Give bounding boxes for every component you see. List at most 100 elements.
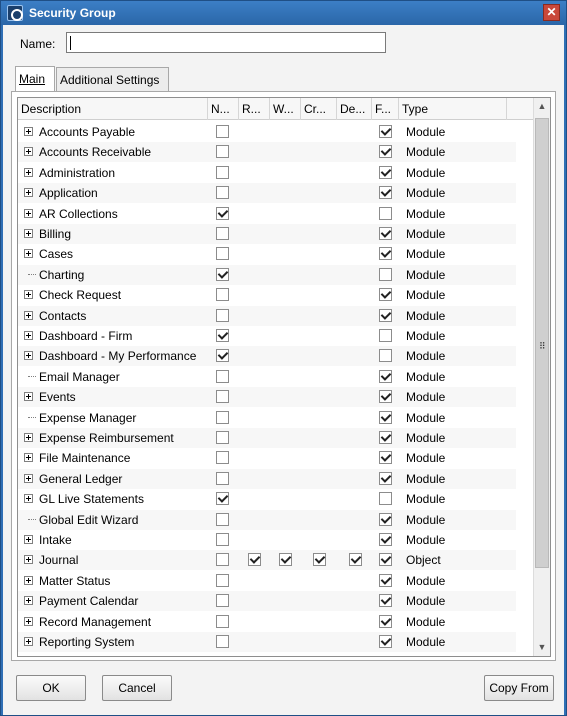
checkbox-n[interactable] [216,227,229,240]
tab-main[interactable]: Main [15,66,55,92]
table-row[interactable]: Reporting System Module [18,632,516,652]
checkbox-f[interactable] [379,145,392,159]
table-row[interactable]: Charting Module [18,264,516,285]
plus-box-icon[interactable] [24,596,33,606]
checkbox-r[interactable] [248,553,261,567]
checkbox-n[interactable] [216,573,229,587]
checkbox-f[interactable] [379,410,392,424]
checkbox-n[interactable] [216,349,229,363]
table-row[interactable]: Dashboard - Firm Module [18,326,516,346]
table-row[interactable]: Matter Status Module [18,571,516,591]
table-row[interactable]: Email Manager Module [18,367,516,387]
checkbox-f[interactable] [379,594,392,608]
table-row[interactable]: File Maintenance Module [18,448,516,468]
checkbox-n[interactable] [216,206,229,220]
plus-box-icon[interactable] [24,127,33,136]
table-row[interactable]: Journal Object [18,550,516,571]
table-row[interactable]: Contacts Module [18,305,516,326]
checkbox-n[interactable] [216,492,229,506]
plus-box-icon[interactable] [24,616,33,626]
table-row[interactable]: Expense Reimbursement Module [18,428,516,448]
plus-box-icon[interactable] [24,147,33,157]
checkbox-f[interactable] [379,186,392,200]
plus-box-icon[interactable] [24,229,33,238]
checkbox-f[interactable] [379,451,392,465]
checkbox-n[interactable] [216,451,229,465]
checkbox-f[interactable] [379,125,392,138]
scroll-up-icon[interactable]: ▲ [534,98,550,115]
checkbox-f[interactable] [379,288,392,302]
checkbox-f[interactable] [379,329,392,342]
column-header-cr[interactable]: Cr... [301,98,337,120]
copy-from-button[interactable]: Copy From [484,675,554,701]
cancel-button[interactable]: Cancel [102,675,172,701]
table-row[interactable]: Billing Module [18,224,516,244]
name-field[interactable] [66,32,386,53]
checkbox-n[interactable] [216,369,229,383]
plus-box-icon[interactable] [24,208,33,218]
checkbox-n[interactable] [216,553,229,567]
table-row[interactable]: Cases Module [18,244,516,264]
checkbox-f[interactable] [379,614,392,628]
checkbox-n[interactable] [216,329,229,342]
plus-box-icon[interactable] [24,249,33,259]
checkbox-n[interactable] [216,471,229,485]
checkbox-f[interactable] [379,533,392,546]
vertical-scrollbar[interactable]: ▲ ⠿ ▼ [533,98,550,656]
plus-box-icon[interactable] [24,535,33,544]
plus-box-icon[interactable] [24,494,33,504]
column-header-w[interactable]: W... [270,98,301,120]
column-header-f[interactable]: F... [372,98,399,120]
checkbox-n[interactable] [216,288,229,302]
plus-box-icon[interactable] [24,188,33,198]
checkbox-n[interactable] [216,635,229,648]
checkbox-f[interactable] [379,308,392,322]
checkbox-w[interactable] [279,553,292,567]
plus-box-icon[interactable] [24,453,33,463]
table-row[interactable]: Record Management Module [18,612,516,632]
scroll-down-icon[interactable]: ▼ [534,639,550,656]
checkbox-n[interactable] [216,165,229,179]
plus-box-icon[interactable] [24,555,33,565]
checkbox-n[interactable] [216,267,229,281]
table-row[interactable]: Check Request Module [18,285,516,305]
checkbox-n[interactable] [216,308,229,322]
checkbox-f[interactable] [379,349,392,363]
checkbox-f[interactable] [379,369,392,383]
tab-additional-settings[interactable]: Additional Settings [56,67,169,91]
checkbox-n[interactable] [216,125,229,138]
table-row[interactable]: Payment Calendar Module [18,591,516,612]
checkbox-n[interactable] [216,247,229,261]
checkbox-f[interactable] [379,512,392,526]
checkbox-f[interactable] [379,573,392,587]
checkbox-cr[interactable] [313,553,326,567]
plus-box-icon[interactable] [24,310,33,320]
checkbox-n[interactable] [216,410,229,424]
checkbox-f[interactable] [379,247,392,261]
table-row[interactable]: AR Collections Module [18,204,516,224]
plus-box-icon[interactable] [24,351,33,361]
table-row[interactable]: General Ledger Module [18,468,516,489]
checkbox-f[interactable] [379,492,392,506]
table-row[interactable]: Global Edit Wizard Module [18,509,516,530]
column-header-type[interactable]: Type [399,98,507,120]
checkbox-f[interactable] [379,206,392,220]
table-row[interactable]: Accounts Receivable Module [18,142,516,163]
column-header-n[interactable]: N... [208,98,239,120]
checkbox-n[interactable] [216,614,229,628]
table-row[interactable]: Expense Manager Module [18,408,516,428]
table-row[interactable]: Intake Module [18,530,516,550]
column-header-de[interactable]: De... [337,98,372,120]
plus-box-icon[interactable] [24,433,33,442]
checkbox-f[interactable] [379,431,392,444]
column-header-r[interactable]: R... [239,98,270,120]
scroll-thumb[interactable]: ⠿ [535,118,549,568]
plus-box-icon[interactable] [24,290,33,300]
title-bar[interactable]: Security Group ✕ [1,1,566,25]
plus-box-icon[interactable] [24,473,33,483]
checkbox-f[interactable] [379,165,392,179]
plus-box-icon[interactable] [24,575,33,585]
checkbox-f[interactable] [379,635,392,648]
plus-box-icon[interactable] [24,331,33,340]
table-row[interactable]: Dashboard - My Performance Module [18,346,516,367]
